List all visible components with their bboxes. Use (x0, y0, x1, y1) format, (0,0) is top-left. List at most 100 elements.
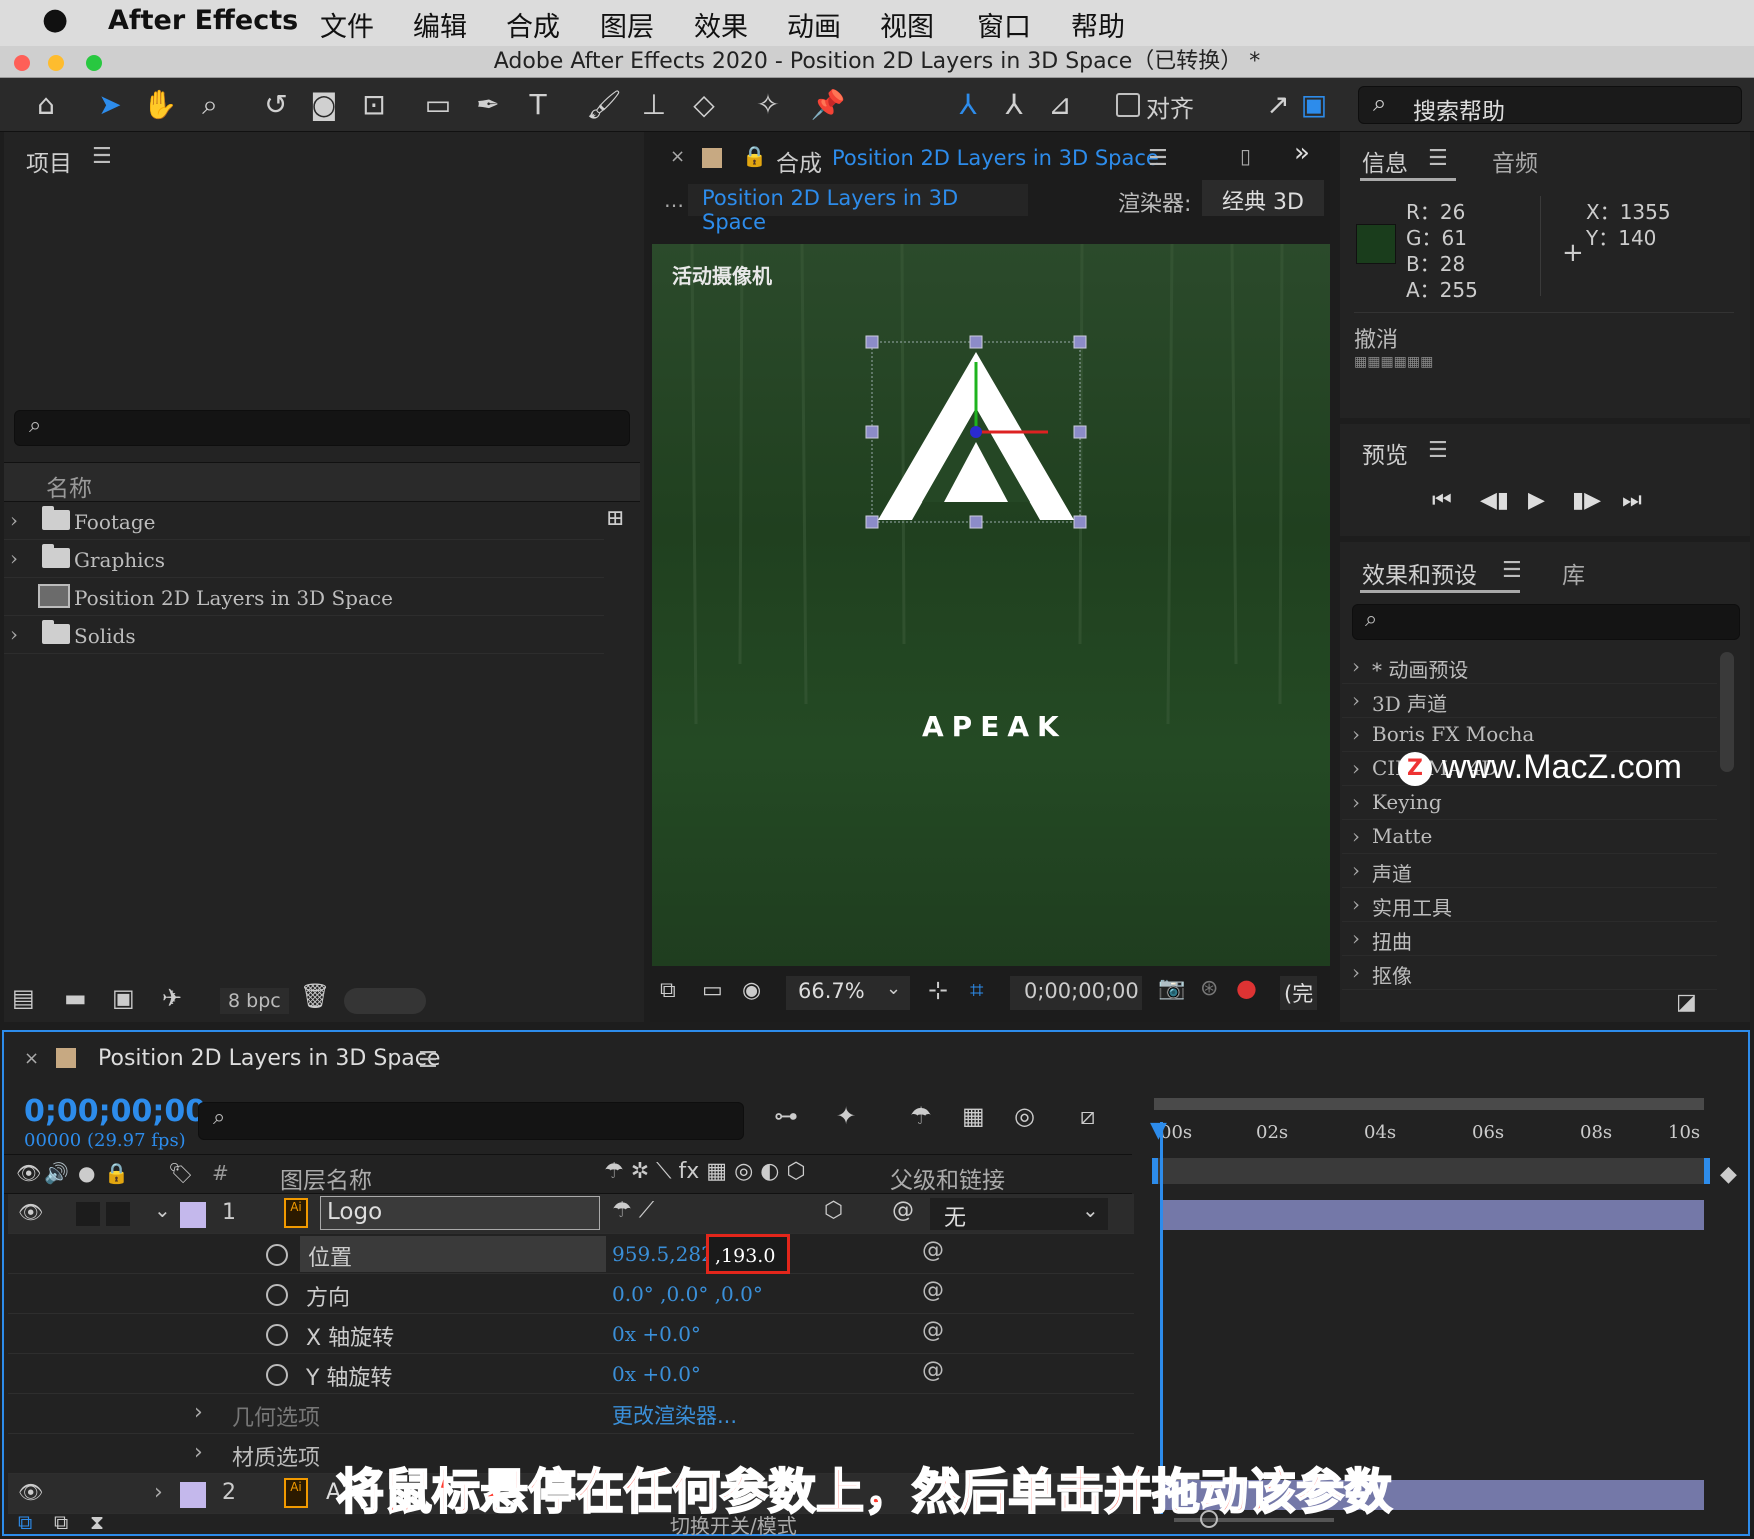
preview-menu-icon[interactable]: ☰ (1428, 438, 1448, 463)
effects-item[interactable]: › 声道 (1342, 854, 1717, 888)
always-preview-icon[interactable]: ⧉ (660, 978, 676, 1003)
comp-tab-prefix[interactable]: 合成 (776, 144, 822, 178)
search-help-field[interactable]: ⌕ 搜索帮助 (1358, 86, 1742, 125)
position-z-highlight[interactable]: ,193.0 (706, 1234, 790, 1274)
menu-edit[interactable]: 编辑 (413, 5, 467, 44)
timeline-nav-bar[interactable] (1152, 1158, 1710, 1184)
layer-row-logo[interactable]: 👁 ⌄ 1 Ai Logo ☂ ⟋ ⬡ @ 无 ⌄ (8, 1194, 1134, 1234)
motion-blur-icon[interactable]: ◎ (1014, 1102, 1035, 1130)
renderer-button[interactable]: 经典 3D (1202, 180, 1324, 216)
effects-item[interactable]: › * 动画预设 (1342, 650, 1717, 684)
effects-search-input[interactable]: ⌕ (1352, 604, 1740, 640)
interpret-footage-icon[interactable]: ▤ (12, 984, 35, 1012)
project-item-footage[interactable]: › Footage ⊞ (4, 502, 624, 540)
eraser-tool-icon[interactable]: ◇ (684, 86, 724, 124)
new-composition-icon[interactable]: ▣ (112, 984, 135, 1012)
expand-arrow-icon[interactable]: › (10, 546, 18, 570)
effects-item[interactable]: › 扭曲 (1342, 922, 1717, 956)
puppet-pin-tool-icon[interactable]: 📌 (808, 86, 848, 124)
menu-effect[interactable]: 效果 (694, 5, 748, 44)
effects-item[interactable]: › 3D 声道 (1342, 684, 1717, 718)
effects-tab[interactable]: 效果和预设 (1362, 556, 1477, 590)
stopwatch-icon[interactable] (266, 1284, 288, 1306)
expand-arrow-icon[interactable]: › (194, 1440, 203, 1465)
logo-layer[interactable] (852, 322, 1092, 542)
resolution-dropdown[interactable]: (完 (1280, 976, 1318, 1010)
anchor-point-icon[interactable] (970, 426, 982, 438)
layer-label-color[interactable] (180, 1202, 206, 1228)
project-item-solids[interactable]: › Solids (4, 616, 604, 654)
video-visibility-icon[interactable]: 👁 (16, 1161, 41, 1185)
last-frame-icon[interactable]: ⏭ (1622, 488, 1642, 513)
timeline-search-input[interactable]: ⌕ (198, 1102, 744, 1140)
stopwatch-icon[interactable] (266, 1324, 288, 1346)
preview-tab[interactable]: 预览 (1362, 436, 1408, 470)
menu-composition[interactable]: 合成 (506, 5, 560, 44)
expand-arrow-icon[interactable]: › (10, 622, 18, 646)
rectangle-tool-icon[interactable]: ▭ (418, 86, 458, 124)
stopwatch-icon[interactable] (266, 1244, 288, 1266)
minimize-window-button[interactable] (48, 55, 64, 71)
expand-panels-icon[interactable]: » (1294, 138, 1310, 168)
flowchart-icon[interactable]: ⊞ (606, 506, 624, 531)
frame-blending-icon[interactable]: ▦ (962, 1102, 985, 1130)
property-row-geometry[interactable]: › 几何选项 更改渲染器... (8, 1394, 1134, 1434)
brush-tool-icon[interactable]: 🖌 (584, 86, 624, 124)
comp-tab-name[interactable]: Position 2D Layers in 3D Space (832, 146, 1159, 170)
y-rotation-value[interactable]: 0x +0.0° (612, 1362, 701, 1386)
info-menu-icon[interactable]: ☰ (1428, 146, 1448, 171)
draft-3d-icon[interactable]: ✦ (836, 1102, 856, 1130)
pick-whip-icon[interactable]: @ (892, 1198, 914, 1223)
timeline-timecode[interactable]: 0;00;00;00 (24, 1094, 206, 1129)
snapping-icon[interactable]: ↗ (1258, 86, 1298, 124)
lock-icon[interactable]: 🔒 (742, 144, 767, 168)
menu-window[interactable]: 窗口 (977, 5, 1031, 44)
work-area-bar[interactable] (1154, 1098, 1704, 1110)
3d-layer-switch-icon[interactable]: ⬡ (824, 1198, 843, 1223)
pen-tool-icon[interactable]: ✒ (468, 86, 508, 124)
comp-viewer[interactable]: 活动摄像机 APEAK (652, 244, 1330, 966)
audio-icon[interactable]: 🔊 (44, 1161, 69, 1185)
thumbnail-slider[interactable] (344, 988, 426, 1014)
menu-view[interactable]: 视图 (880, 5, 934, 44)
menu-layer[interactable]: 图层 (600, 5, 654, 44)
play-icon[interactable]: ▶ (1528, 488, 1545, 513)
x-rotation-value[interactable]: 0x +0.0° (612, 1322, 701, 1346)
comp-breadcrumb[interactable]: Position 2D Layers in 3D Space (688, 184, 1028, 234)
effects-item[interactable]: › 实用工具 (1342, 888, 1717, 922)
property-row-y-rotation[interactable]: Y 轴旋转 0x +0.0° @ (8, 1354, 1134, 1394)
layer-duration-bar[interactable] (1162, 1200, 1704, 1230)
camera-tool-icon[interactable]: ◙ (304, 86, 344, 124)
roto-brush-tool-icon[interactable]: ✧ (748, 86, 788, 124)
solo-icon[interactable]: ● (78, 1161, 95, 1185)
project-item-graphics[interactable]: › Graphics (4, 540, 604, 578)
type-tool-icon[interactable]: T (518, 86, 558, 124)
property-row-position[interactable]: 位置 959.5,282. ,193.0 @ (8, 1234, 1134, 1274)
layer-name-header[interactable]: 图层名称 (280, 1161, 372, 1195)
apple-icon[interactable]: ● (42, 2, 68, 37)
zoom-dropdown[interactable]: 66.7% ⌄ (786, 976, 910, 1010)
lock-icon[interactable]: 🔒 (104, 1161, 129, 1185)
expression-pickwhip-icon[interactable]: @ (922, 1278, 944, 1303)
effects-menu-icon[interactable]: ☰ (1502, 558, 1522, 583)
name-column-label[interactable]: 名称 (46, 469, 92, 503)
hand-tool-icon[interactable]: ✋ (140, 86, 180, 124)
current-time-field[interactable]: 0;00;00;00 (1010, 976, 1142, 1010)
timeline-comp-button-icon[interactable]: ◆ (1720, 1162, 1737, 1187)
new-folder-icon[interactable]: ▬ (64, 984, 87, 1012)
channel-icon[interactable]: ● (1236, 974, 1257, 1002)
grid-icon[interactable]: ⊹ (928, 976, 948, 1004)
clone-stamp-tool-icon[interactable]: ⊥ (634, 86, 674, 124)
effects-item[interactable]: › Matte (1342, 820, 1717, 854)
layer-visibility-icon[interactable]: 👁 (18, 1480, 43, 1504)
modes-pane-icon[interactable]: ⧉ (54, 1510, 68, 1534)
timeline-tab-name[interactable]: Position 2D Layers in 3D Space (98, 1046, 440, 1071)
prev-frame-icon[interactable]: ◀▮ (1480, 488, 1509, 513)
layer-name-field[interactable]: Logo (320, 1196, 600, 1230)
expand-arrow-icon[interactable]: › (10, 508, 18, 532)
app-menu[interactable]: After Effects (108, 5, 298, 36)
expression-pickwhip-icon[interactable]: @ (922, 1238, 944, 1263)
local-axis-icon[interactable]: ⅄ (948, 86, 988, 124)
align-checkbox[interactable] (1116, 93, 1140, 117)
menu-help[interactable]: 帮助 (1071, 5, 1125, 44)
